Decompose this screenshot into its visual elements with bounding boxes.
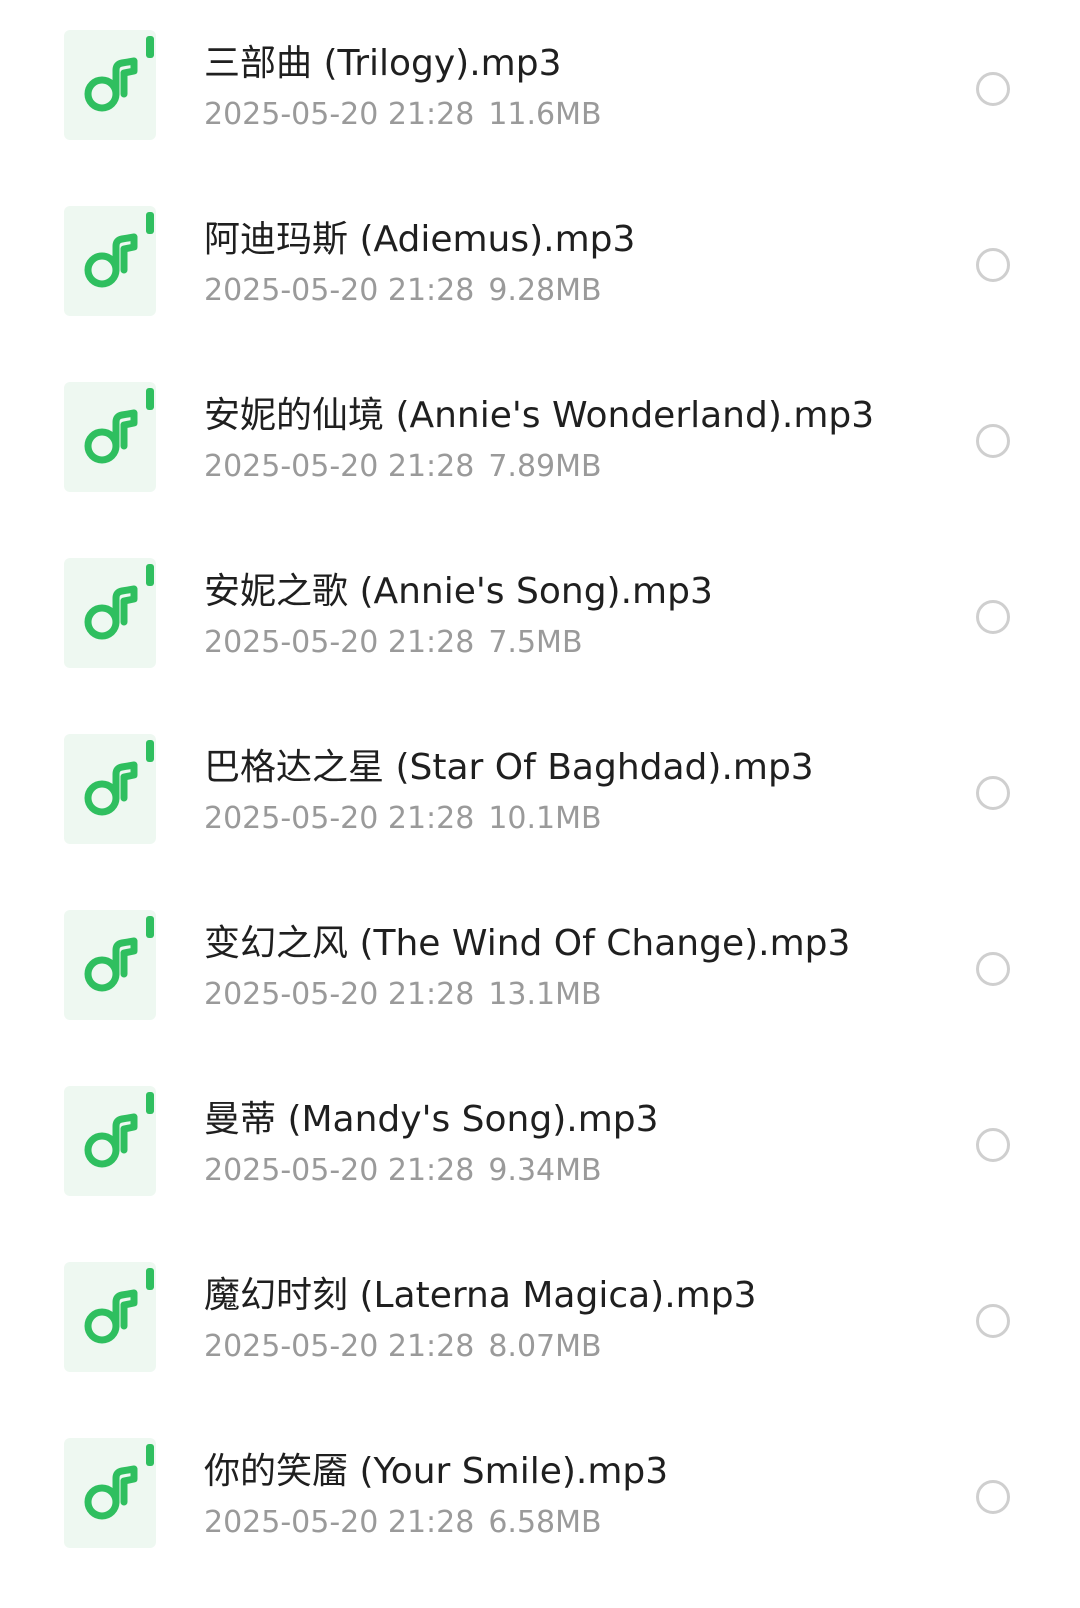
music-file-icon — [64, 910, 160, 1020]
file-date: 2025-05-20 21:28 — [204, 1153, 475, 1188]
file-size: 7.5MB — [488, 625, 583, 660]
file-name: 安妮的仙境 (Annie's Wonderland).mp3 — [204, 395, 875, 436]
file-date: 2025-05-20 21:28 — [204, 1329, 475, 1364]
select-radio[interactable] — [976, 952, 1010, 986]
file-row[interactable]: 曼蒂 (Mandy's Song).mp3 2025-05-20 21:28 9.… — [0, 1056, 1080, 1232]
file-size: 8.07MB — [488, 1329, 602, 1364]
file-size: 9.28MB — [488, 273, 602, 308]
select-radio[interactable] — [976, 424, 1010, 458]
file-name: 魔幻时刻 (Laterna Magica).mp3 — [204, 1275, 757, 1316]
music-file-icon — [64, 30, 160, 140]
file-name: 你的笑靥 (Your Smile).mp3 — [204, 1451, 669, 1492]
file-name: 巴格达之星 (Star Of Baghdad).mp3 — [204, 747, 814, 788]
select-radio[interactable] — [976, 1480, 1010, 1514]
file-meta: 2025-05-20 21:28 9.34MB — [204, 1151, 602, 1191]
file-row[interactable]: 你的笑靥 (Your Smile).mp3 2025-05-20 21:28 6.… — [0, 1408, 1080, 1584]
file-row[interactable]: 安妮之歌 (Annie's Song).mp3 2025-05-20 21:28… — [0, 528, 1080, 704]
select-radio[interactable] — [976, 72, 1010, 106]
file-row[interactable]: 安妮的仙境 (Annie's Wonderland).mp3 2025-05-2… — [0, 352, 1080, 528]
file-date: 2025-05-20 21:28 — [204, 977, 475, 1012]
file-name: 变幻之风 (The Wind Of Change).mp3 — [204, 923, 851, 964]
file-meta: 2025-05-20 21:28 9.28MB — [204, 271, 602, 311]
select-radio[interactable] — [976, 1128, 1010, 1162]
file-row[interactable]: 巴格达之星 (Star Of Baghdad).mp3 2025-05-20 2… — [0, 704, 1080, 880]
music-file-icon — [64, 558, 160, 668]
file-meta: 2025-05-20 21:28 7.5MB — [204, 623, 583, 663]
file-row[interactable]: 三部曲 (Trilogy).mp3 2025-05-20 21:28 11.6MB — [0, 0, 1080, 176]
file-size: 9.34MB — [488, 1153, 602, 1188]
file-name: 曼蒂 (Mandy's Song).mp3 — [204, 1099, 659, 1140]
file-list: 三部曲 (Trilogy).mp3 2025-05-20 21:28 11.6MB… — [0, 0, 1080, 1608]
file-meta: 2025-05-20 21:28 13.1MB — [204, 975, 602, 1015]
file-size: 7.89MB — [488, 449, 602, 484]
file-size: 10.1MB — [488, 801, 602, 836]
file-date: 2025-05-20 21:28 — [204, 801, 475, 836]
file-meta: 2025-05-20 21:28 6.58MB — [204, 1503, 602, 1543]
file-name: 安妮之歌 (Annie's Song).mp3 — [204, 571, 713, 612]
file-meta: 2025-05-20 21:28 11.6MB — [204, 95, 602, 135]
music-file-icon — [64, 382, 160, 492]
select-radio[interactable] — [976, 600, 1010, 634]
file-row[interactable]: 阿迪玛斯 (Adiemus).mp3 2025-05-20 21:28 9.28M… — [0, 176, 1080, 352]
music-file-icon — [64, 734, 160, 844]
music-file-icon — [64, 1086, 160, 1196]
file-meta: 2025-05-20 21:28 10.1MB — [204, 799, 602, 839]
select-radio[interactable] — [976, 1304, 1010, 1338]
file-name: 阿迪玛斯 (Adiemus).mp3 — [204, 219, 636, 260]
file-name: 三部曲 (Trilogy).mp3 — [204, 43, 562, 84]
file-row[interactable]: 变幻之风 (The Wind Of Change).mp3 2025-05-20… — [0, 880, 1080, 1056]
file-date: 2025-05-20 21:28 — [204, 273, 475, 308]
file-date: 2025-05-20 21:28 — [204, 449, 475, 484]
select-radio[interactable] — [976, 248, 1010, 282]
music-file-icon — [64, 1262, 160, 1372]
file-meta: 2025-05-20 21:28 7.89MB — [204, 447, 602, 487]
file-date: 2025-05-20 21:28 — [204, 625, 475, 660]
file-row[interactable]: 魔幻时刻 (Laterna Magica).mp3 2025-05-20 21:… — [0, 1232, 1080, 1408]
select-radio[interactable] — [976, 776, 1010, 810]
file-size: 13.1MB — [488, 977, 602, 1012]
file-date: 2025-05-20 21:28 — [204, 97, 475, 132]
music-file-icon — [64, 1438, 160, 1548]
file-size: 11.6MB — [488, 97, 602, 132]
file-meta: 2025-05-20 21:28 8.07MB — [204, 1327, 602, 1367]
music-file-icon — [64, 206, 160, 316]
file-date: 2025-05-20 21:28 — [204, 1505, 475, 1540]
file-size: 6.58MB — [488, 1505, 602, 1540]
